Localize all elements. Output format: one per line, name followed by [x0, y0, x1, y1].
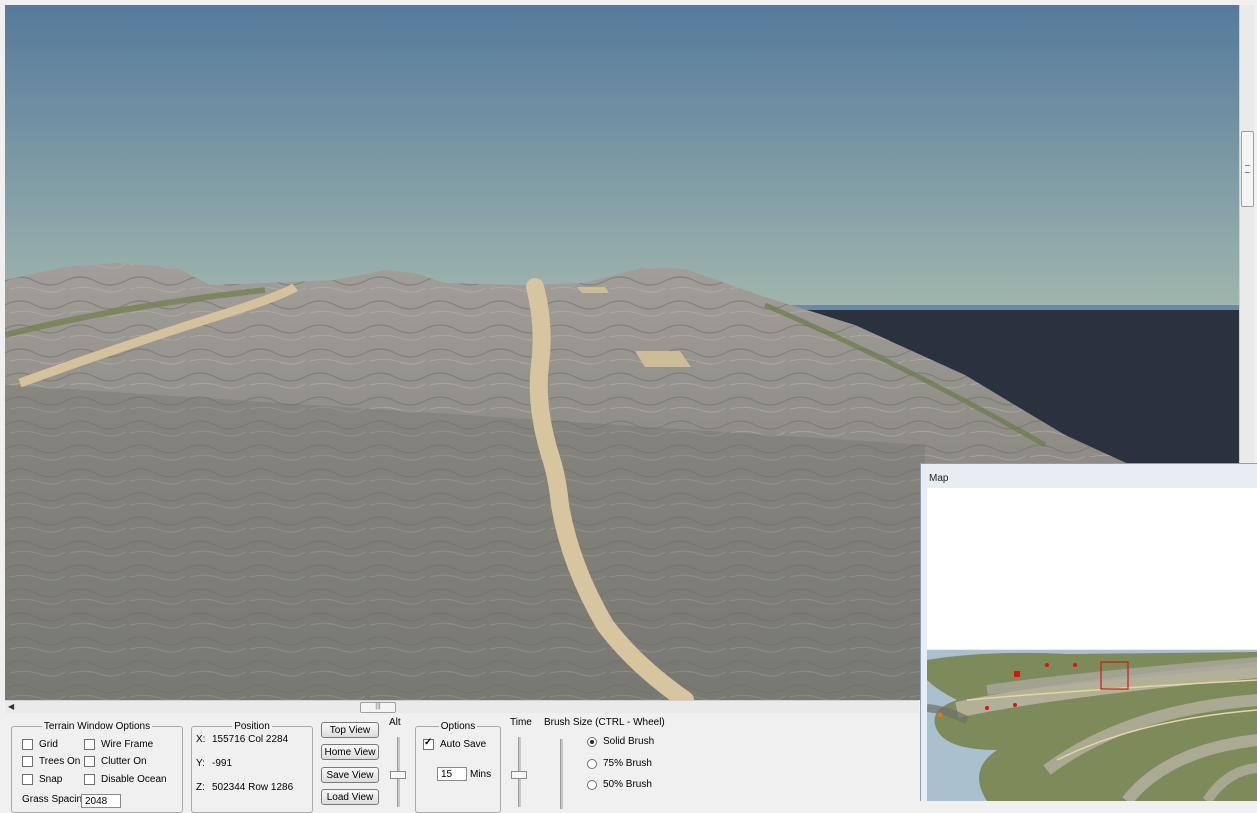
terrain-window-options-legend: Terrain Window Options [43, 721, 151, 732]
top-view-button[interactable]: Top View [321, 722, 379, 738]
position-y-label: Y: [196, 758, 205, 769]
map-window-title: Map [929, 473, 949, 484]
brush-75-radio[interactable]: 75% Brush [587, 758, 652, 769]
solid-brush-radio[interactable]: Solid Brush [587, 736, 654, 747]
vertical-scroll-thumb[interactable] [1241, 131, 1254, 207]
viewport-horizontal-scrollbar[interactable]: ◀ ||| [5, 700, 919, 713]
map-blank-area [927, 488, 1257, 649]
position-z-value: 502344 Row 1286 [212, 782, 294, 793]
grid-checkbox[interactable]: Grid [22, 739, 58, 750]
alt-label: Alt [389, 717, 401, 728]
auto-save-mins-input[interactable]: 15 [437, 767, 467, 781]
alt-slider-thumb[interactable] [390, 771, 406, 779]
home-view-button[interactable]: Home View [321, 744, 379, 760]
brush-50-radio[interactable]: 50% Brush [587, 779, 652, 790]
map-window[interactable]: Map [920, 463, 1257, 801]
clutter-on-checkbox[interactable]: Clutter On [84, 756, 147, 767]
position-legend: Position [234, 721, 270, 732]
mins-label: Mins [470, 769, 492, 780]
position-x-value: 155716 Col 2284 [212, 734, 289, 745]
minimap-marker [1014, 671, 1020, 677]
time-label: Time [510, 717, 532, 728]
checkbox-box[interactable] [22, 739, 33, 750]
scroll-left-icon[interactable]: ◀ [8, 702, 14, 711]
options-legend: Options [440, 721, 476, 732]
time-slider-thumb[interactable] [511, 771, 527, 779]
position-y-value: -991 [212, 758, 233, 769]
minimap-marker [937, 712, 943, 718]
trees-on-checkbox[interactable]: Trees On [22, 756, 80, 767]
brush-size-title: Brush Size (CTRL - Wheel) [544, 717, 665, 728]
horizontal-scroll-thumb[interactable]: ||| [360, 702, 396, 713]
control-panel: Terrain Window Options Grid Wire Frame T… [5, 713, 920, 813]
minimap-marker [1045, 663, 1049, 667]
minimap-marker [985, 706, 989, 710]
wire-frame-checkbox[interactable]: Wire Frame [84, 739, 153, 750]
brush-size-slider-track[interactable] [560, 739, 563, 809]
minimap-marker [1013, 703, 1017, 707]
snap-checkbox[interactable]: Snap [22, 774, 62, 785]
disable-ocean-checkbox[interactable]: Disable Ocean [84, 774, 167, 785]
grass-spacing-input[interactable]: 2048 [81, 794, 121, 808]
load-view-button[interactable]: Load View [321, 789, 379, 805]
position-x-label: X: [196, 734, 206, 745]
auto-save-checkbox[interactable]: Auto Save [423, 737, 486, 750]
minimap[interactable] [927, 650, 1257, 801]
minimap-marker [1073, 663, 1077, 667]
save-view-button[interactable]: Save View [321, 767, 379, 783]
sky [5, 5, 1239, 305]
position-z-label: Z: [196, 782, 205, 793]
terrain-pad [577, 287, 609, 293]
